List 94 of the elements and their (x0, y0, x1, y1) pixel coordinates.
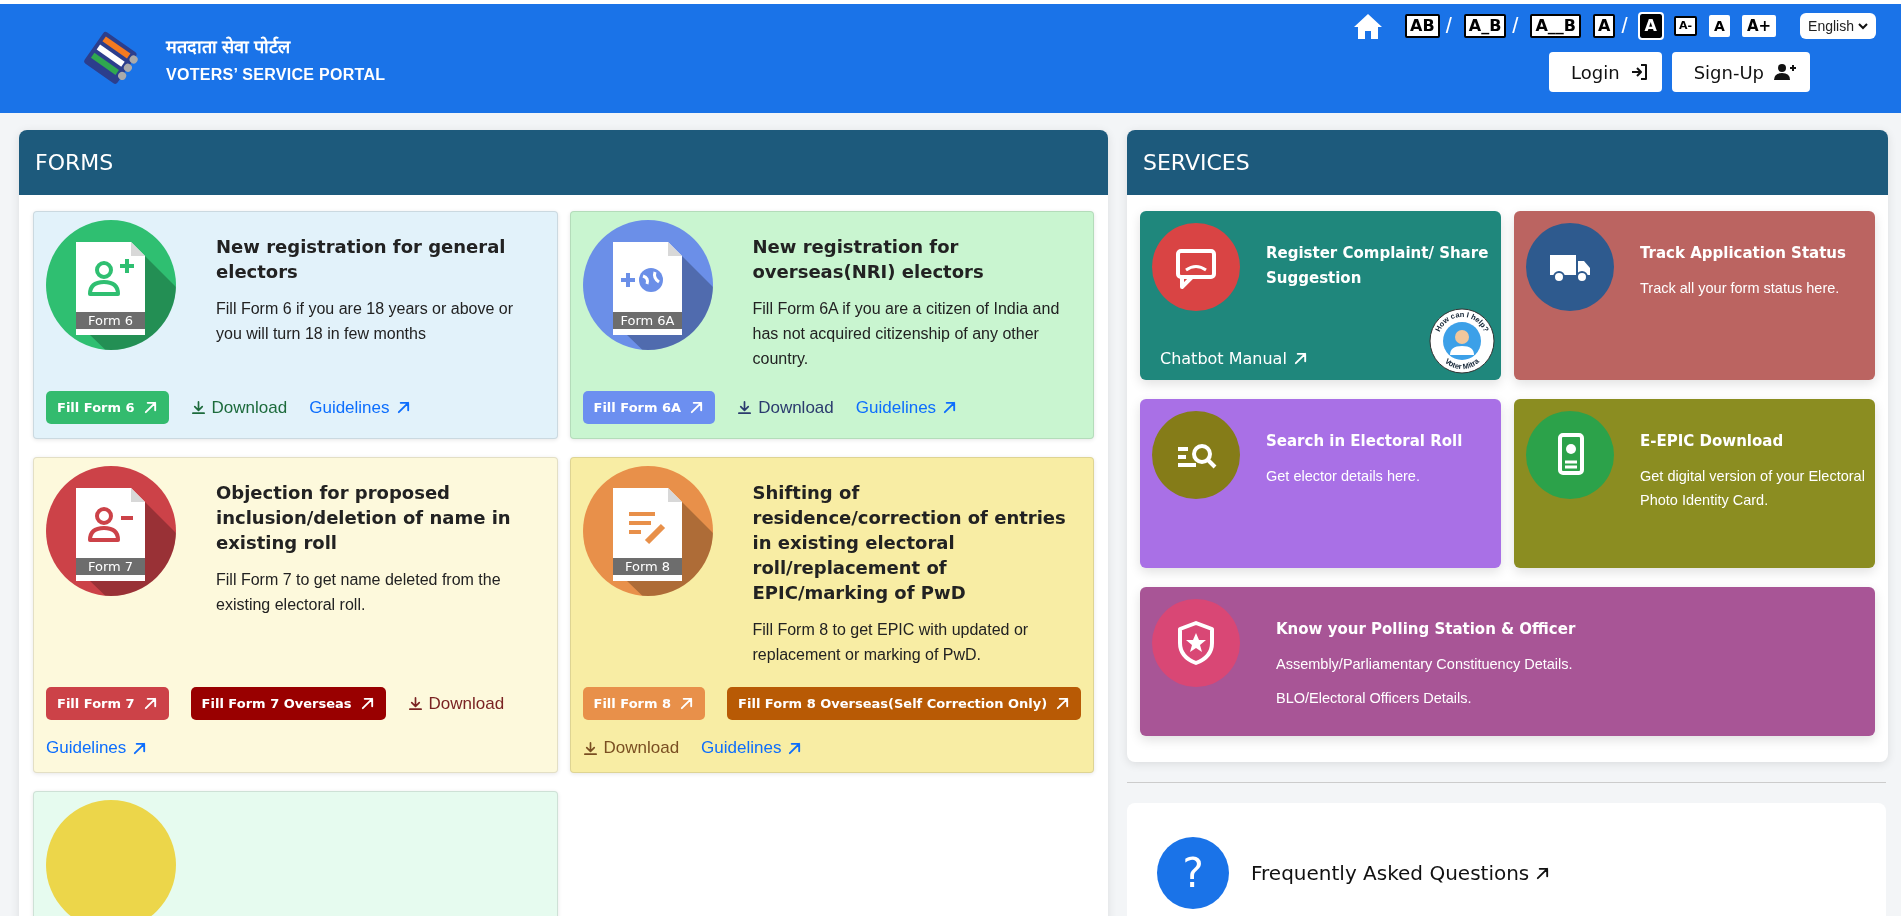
portal-title-hindi: मतदाता सेवा पोर्टल (166, 35, 292, 58)
form-label: Form 6 (87, 313, 134, 328)
chat-icon (1152, 223, 1240, 311)
download-label: Download (758, 397, 834, 418)
caret-icon (1858, 22, 1868, 30)
arrow-up-right-icon (359, 696, 375, 711)
service-description: BLO/Electoral Officers Details. (1276, 689, 1473, 708)
user-plus-icon (1774, 63, 1796, 81)
increase-font-button[interactable]: A+ (1741, 15, 1777, 37)
arrow-up-right-icon (142, 696, 158, 711)
guidelines-label: Guidelines (855, 397, 937, 418)
service-description: Assembly/Parliamentary Constituency Details. (1276, 655, 1574, 674)
guidelines-label: Guidelines (701, 738, 782, 758)
guidelines-label: Guidelines (46, 738, 127, 758)
arrow-up-right-icon (787, 740, 803, 756)
form-title: Objection for proposed inclusion/deletion of name in existing roll (216, 481, 512, 555)
language-select[interactable]: English (1800, 13, 1876, 39)
form-description: Fill Form 6 if you are 18 years or above or you will turn 18 in few months (216, 299, 514, 344)
service-description: Track all your form status here. (1640, 279, 1841, 298)
arrow-up-right-icon (679, 696, 695, 711)
download-icon (190, 400, 206, 415)
arrow-up-right-icon (132, 740, 148, 756)
document-add-user-icon (76, 242, 176, 350)
fill-form-button[interactable]: Fill Form 7 Overseas (190, 687, 386, 720)
service-title: Know your Polling Station & Officer (1276, 619, 1576, 640)
service-title: Register Complaint/ Share Suggestion (1266, 243, 1490, 289)
signup-button[interactable]: Sign-Up (1671, 52, 1810, 92)
service-title: Search in Electoral Roll (1266, 431, 1464, 452)
service-title: Track Application Status (1640, 243, 1847, 264)
arrow-up-right-icon (1055, 696, 1071, 711)
chatbot-manual-label: Chatbot Manual (1160, 349, 1287, 368)
document-globe-icon (612, 242, 713, 350)
letter-spacing-button[interactable]: AB (1405, 14, 1440, 38)
normal-contrast-button[interactable]: A (1593, 14, 1616, 38)
form-title: Shifting of residence/correction of entries in existing electoral roll/replacement of EPIC/marking of PwD (752, 481, 1067, 605)
service-title: E-EPIC Download (1640, 431, 1785, 452)
download-label: Download (211, 397, 288, 418)
download-link[interactable]: Download (737, 397, 834, 418)
form-label: Form 7 (87, 559, 134, 574)
form-description: Fill Form 6A if you are a citizen of India and has not acquired citizenship of any other country. (752, 299, 1061, 369)
guidelines-link[interactable]: Guidelines (309, 397, 411, 418)
form-label: Form 6A (620, 313, 674, 328)
download-icon (737, 400, 753, 415)
forms-heading: FORMS (35, 150, 114, 175)
letter-spacing-button[interactable]: A__B (1530, 14, 1582, 38)
form-title: New registration for overseas(NRI) electors (752, 235, 985, 284)
letter-spacing-button[interactable]: A_B (1463, 14, 1507, 38)
reset-font-button[interactable]: A (1709, 15, 1730, 37)
guidelines-link[interactable]: Guidelines (46, 738, 148, 758)
form-title: New registration for general electors (216, 235, 507, 284)
fill-form-button[interactable]: Fill Form 8 Overseas(Self Correction Only) (727, 687, 1082, 720)
download-link[interactable]: Download (190, 397, 288, 418)
arrow-up-right-icon (395, 400, 411, 415)
login-button[interactable]: Login (1549, 52, 1662, 92)
download-label: Download (603, 738, 680, 758)
service-card[interactable]: E-EPIC Download Get digital version of your Electoral Photo Identity Card. (1514, 399, 1875, 568)
service-card[interactable]: Track Application Status Track all your form status here. (1514, 211, 1875, 380)
form-label: Form 8 (624, 559, 670, 574)
chatbot-badge-drawing[interactable] (1429, 308, 1495, 374)
arrow-up-right-icon (942, 400, 958, 415)
chatbot-manual-link[interactable]: Chatbot Manual (1152, 349, 1308, 368)
guidelines-link[interactable]: Guidelines (701, 738, 803, 758)
download-icon (582, 740, 598, 756)
home-icon[interactable] (1353, 12, 1384, 40)
arrow-up-right-icon (1292, 351, 1308, 366)
services-heading: SERVICES (1143, 150, 1250, 175)
arrow-up-right-icon (689, 400, 705, 415)
form-description: Fill Form 7 to get name deleted from the existing electoral roll. (216, 570, 502, 615)
document-edit-icon (612, 488, 713, 596)
guidelines-label: Guidelines (309, 397, 390, 418)
download-link[interactable]: Download (407, 693, 505, 714)
service-description: Get elector details here. (1266, 467, 1421, 486)
separator-text: / (1512, 13, 1519, 39)
decrease-font-button[interactable]: A- (1673, 16, 1698, 36)
service-description: Get digital version of your Electoral Photo Identity Card. (1640, 467, 1865, 510)
download-label: Download (428, 693, 505, 714)
question-icon: ? (1157, 837, 1229, 909)
high-contrast-button[interactable]: A (1639, 14, 1662, 38)
arrow-up-right-icon (142, 400, 158, 415)
truck-icon (1526, 223, 1614, 311)
portal-title: VOTERS’ SERVICE PORTAL (166, 66, 386, 84)
list-search-icon (1152, 411, 1240, 499)
download-link[interactable]: Download (582, 738, 680, 758)
separator-text: / (1445, 13, 1452, 39)
form-description: Fill Form 8 to get EPIC with updated or replacement or marking of PwD. (752, 620, 1030, 665)
service-card[interactable]: Know your Polling Station & Officer Assembly/Parliamentary Constituency Details. BLO/Electoral Officers Details. (1140, 587, 1875, 736)
sign-in-icon (1629, 63, 1648, 81)
download-icon (407, 696, 423, 711)
guidelines-link[interactable]: Guidelines (855, 397, 958, 418)
separator-text: / (1621, 13, 1628, 39)
fill-form-button[interactable]: Fill Form 7 (46, 687, 169, 720)
arrow-up-right-icon (1535, 865, 1551, 881)
id-card-icon (1526, 411, 1614, 499)
document-remove-user-icon (76, 488, 176, 596)
